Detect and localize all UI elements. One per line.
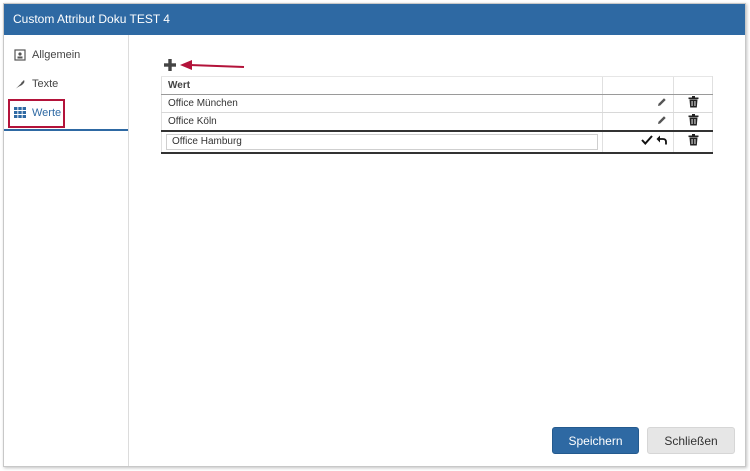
pencil-icon[interactable] [657,97,667,110]
annotation-arrow-icon [180,58,245,72]
sidebar-item-label: Allgemein [32,49,81,61]
sidebar: Allgemein Texte Werte [4,35,129,466]
id-card-icon [13,48,27,62]
sidebar-item-texte[interactable]: Texte [4,70,128,98]
trash-icon[interactable] [688,113,699,129]
table-row: Office München [161,94,713,113]
column-header-wert: Wert [161,76,603,95]
table-row: Office Köln [161,112,713,131]
save-button[interactable]: Speichern [552,427,639,454]
dialog: Custom Attribut Doku TEST 4 Allgemein Te… [3,3,746,467]
main-content: Wert Office München Office Köln Office H… [129,35,745,466]
values-table: Wert Office München Office Köln Office H… [161,76,713,154]
row-value: Office Köln [161,112,603,131]
row-value: Office München [161,94,603,113]
column-header-delete [673,76,713,95]
annotation-highlight-box [8,99,65,128]
dialog-title: Custom Attribut Doku TEST 4 [4,4,745,35]
undo-icon[interactable] [656,135,667,148]
sidebar-item-allgemein[interactable]: Allgemein [4,41,128,69]
column-header-edit [602,76,674,95]
pencil-icon[interactable] [657,115,667,128]
trash-icon[interactable] [688,134,699,149]
sidebar-item-label: Texte [32,78,59,90]
trash-icon[interactable] [688,96,699,111]
value-edit-input[interactable] [166,133,598,150]
active-tab-indicator [4,129,128,131]
checkmark-icon[interactable] [641,135,653,148]
table-row-editing [161,129,713,154]
feather-icon [13,77,27,91]
close-button[interactable]: Schließen [647,427,735,454]
add-icon[interactable] [163,58,177,72]
